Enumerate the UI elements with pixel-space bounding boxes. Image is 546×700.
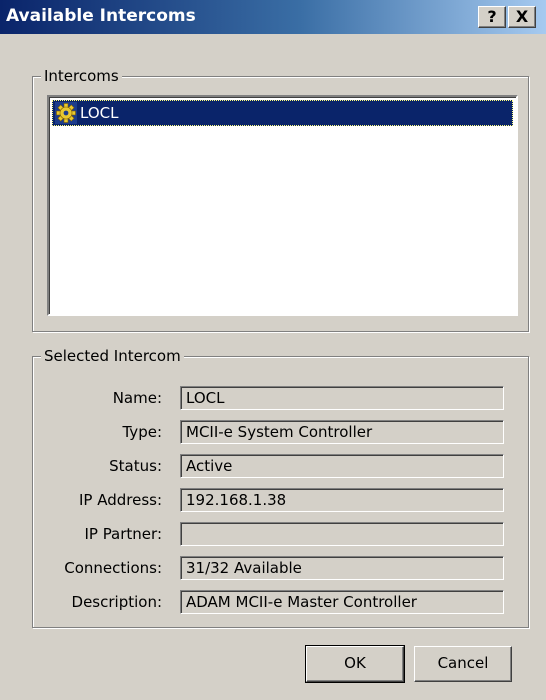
- close-button[interactable]: X: [508, 6, 536, 28]
- window-title: Available Intercoms: [6, 6, 196, 26]
- ok-button[interactable]: OK: [305, 645, 405, 683]
- ip-partner-field: [180, 522, 504, 546]
- ip-partner-label: IP Partner:: [84, 525, 162, 543]
- intercoms-listbox[interactable]: LOCL: [47, 95, 518, 316]
- name-field: LOCL: [180, 386, 504, 410]
- type-label: Type:: [122, 423, 162, 441]
- list-item-locl[interactable]: LOCL: [52, 100, 513, 126]
- help-button[interactable]: ?: [478, 6, 506, 28]
- gear-icon: [55, 102, 77, 124]
- status-field: Active: [180, 454, 504, 478]
- status-label: Status:: [109, 457, 162, 475]
- ip-address-label: IP Address:: [78, 491, 162, 509]
- name-label: Name:: [112, 389, 162, 407]
- ip-address-field: 192.168.1.38: [180, 488, 504, 512]
- intercoms-group-label: Intercoms: [41, 66, 122, 86]
- type-field: MCII-e System Controller: [180, 420, 504, 444]
- description-field: ADAM MCII-e Master Controller: [180, 590, 504, 614]
- intercoms-group: Intercoms LOCL: [32, 66, 529, 332]
- connections-field: 31/32 Available: [180, 556, 504, 580]
- title-bar[interactable]: Available Intercoms ? X: [0, 0, 546, 34]
- description-label: Description:: [71, 593, 162, 611]
- selected-intercom-group-label: Selected Intercom: [41, 346, 184, 366]
- dialog-window: Available Intercoms ? X Intercoms LOCL S…: [0, 0, 546, 700]
- connections-label: Connections:: [64, 559, 162, 577]
- cancel-button[interactable]: Cancel: [414, 646, 512, 682]
- list-item-label: LOCL: [80, 104, 119, 122]
